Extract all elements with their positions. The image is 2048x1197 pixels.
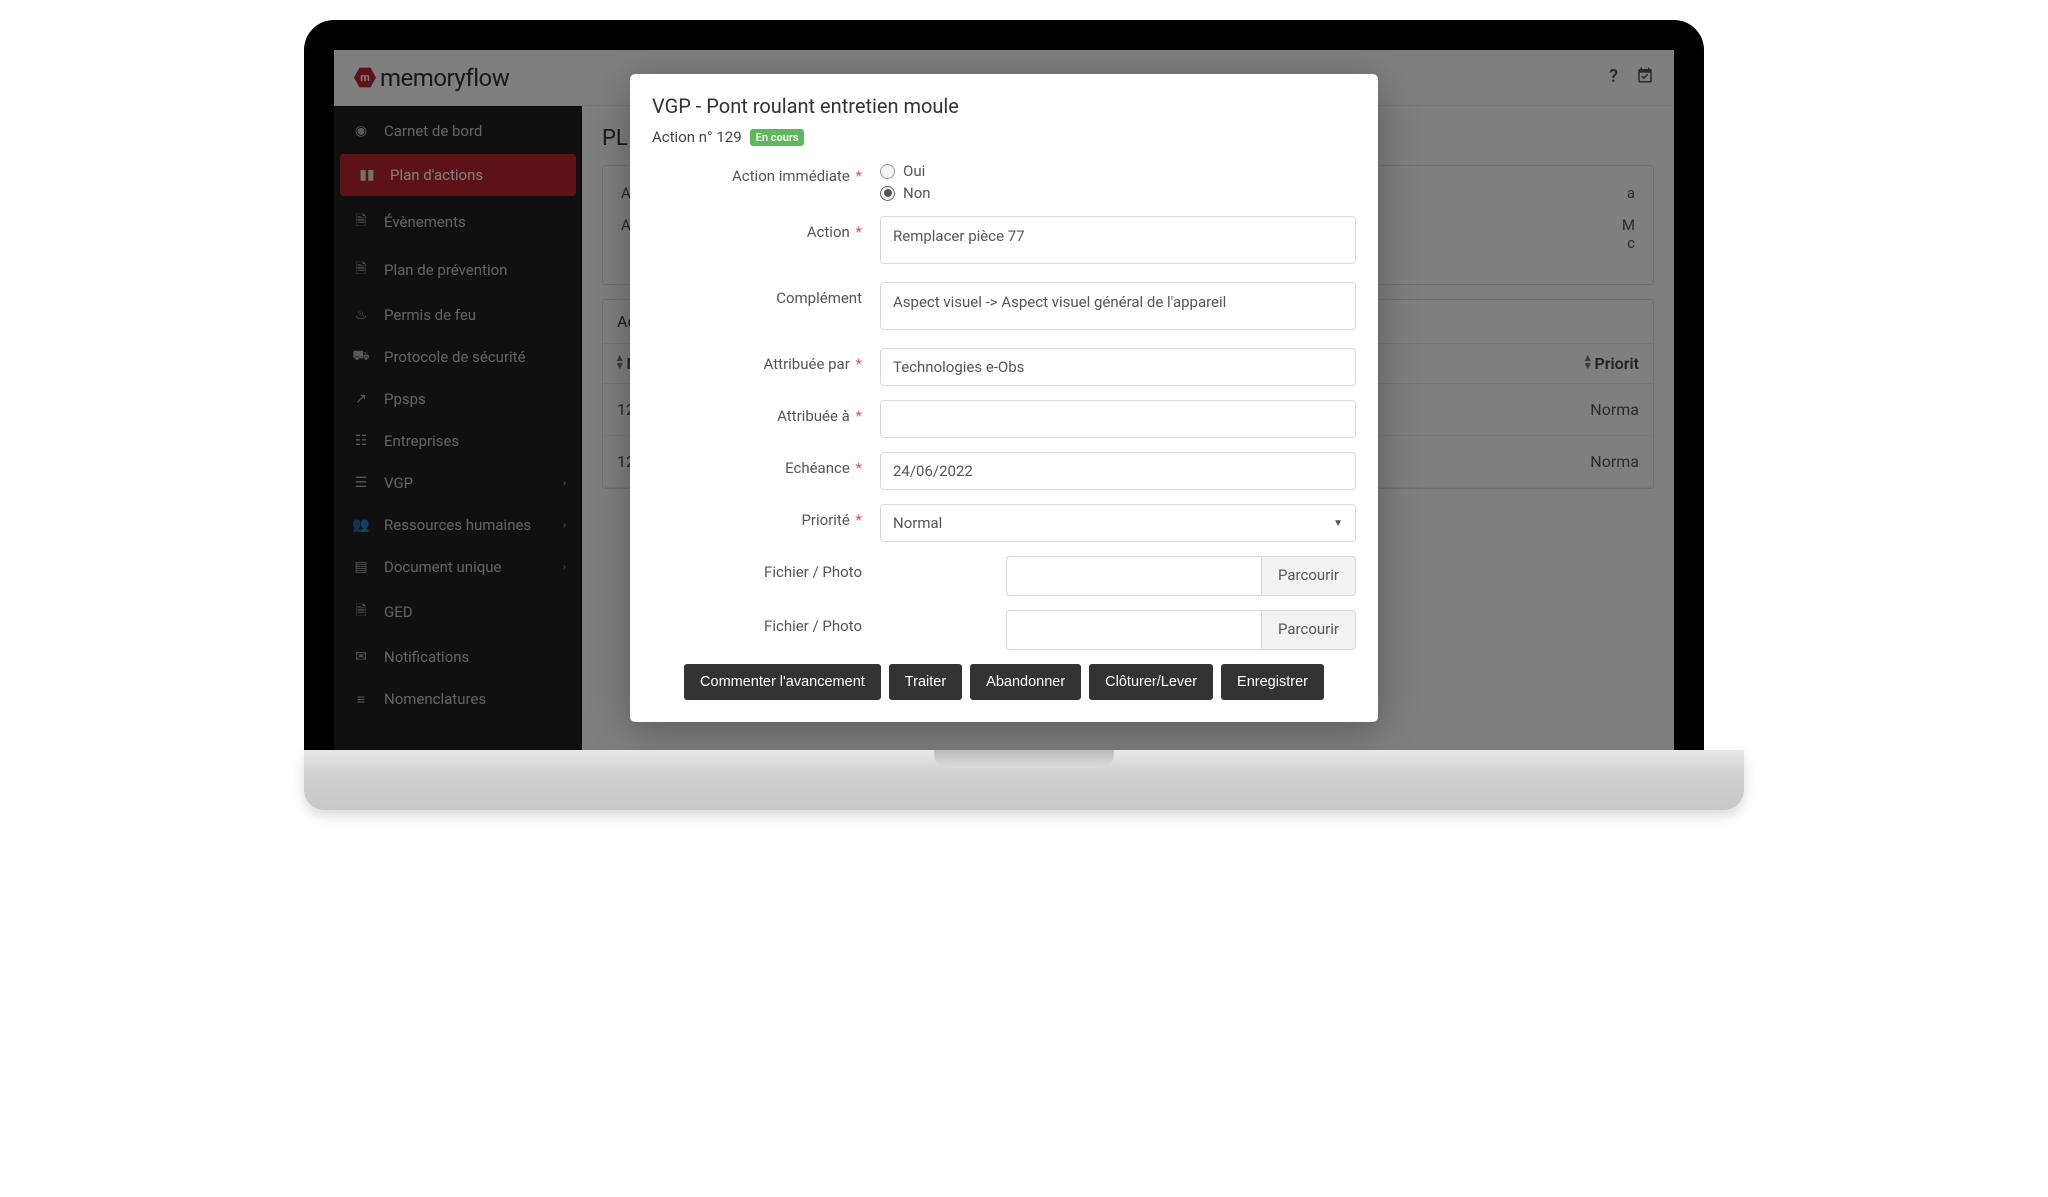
- modal-subtitle: Action n° 129 En cours: [652, 128, 1356, 146]
- close-lift-button[interactable]: Clôturer/Lever: [1089, 664, 1213, 700]
- label-immediate: Action immédiate *: [652, 160, 862, 185]
- file2-path: [1006, 610, 1261, 650]
- process-button[interactable]: Traiter: [889, 664, 962, 700]
- assigned-by-input[interactable]: [880, 348, 1356, 386]
- file1-path: [1006, 556, 1261, 596]
- comment-button[interactable]: Commenter l'avancement: [684, 664, 881, 700]
- complement-input[interactable]: Aspect visuel -> Aspect visuel général d…: [880, 282, 1356, 330]
- save-button[interactable]: Enregistrer: [1221, 664, 1324, 700]
- radio-icon: [880, 186, 895, 201]
- radio-no[interactable]: Non: [880, 184, 1356, 202]
- abandon-button[interactable]: Abandonner: [970, 664, 1081, 700]
- modal-title: VGP - Pont roulant entretien moule: [652, 94, 1356, 118]
- label-deadline: Echéance *: [652, 452, 862, 477]
- browse-button-2[interactable]: Parcourir: [1261, 610, 1356, 650]
- action-modal: VGP - Pont roulant entretien moule Actio…: [630, 74, 1378, 722]
- browse-button-1[interactable]: Parcourir: [1261, 556, 1356, 596]
- laptop-frame: m memoryflow ? ◉ Carnet de bord ▮▮ Plan …: [304, 20, 1704, 750]
- status-badge: En cours: [750, 129, 805, 146]
- label-file1: Fichier / Photo: [652, 556, 862, 581]
- action-input[interactable]: Remplacer pièce 77: [880, 216, 1356, 264]
- laptop-base: [304, 750, 1744, 810]
- priority-select[interactable]: Normal ▼: [880, 504, 1356, 542]
- deadline-input[interactable]: [880, 452, 1356, 490]
- label-complement: Complément: [652, 282, 862, 307]
- label-priority: Priorité *: [652, 504, 862, 529]
- laptop-notch: [934, 750, 1114, 768]
- caret-down-icon: ▼: [1333, 518, 1343, 529]
- label-file2: Fichier / Photo: [652, 610, 862, 635]
- label-assigned-to: Attribuée à *: [652, 400, 862, 425]
- radio-yes[interactable]: Oui: [880, 162, 1356, 180]
- label-assigned-by: Attribuée par *: [652, 348, 862, 373]
- label-action: Action *: [652, 216, 862, 241]
- app-screen: m memoryflow ? ◉ Carnet de bord ▮▮ Plan …: [334, 50, 1674, 750]
- radio-icon: [880, 164, 895, 179]
- assigned-to-input[interactable]: [880, 400, 1356, 438]
- modal-overlay[interactable]: VGP - Pont roulant entretien moule Actio…: [334, 50, 1674, 750]
